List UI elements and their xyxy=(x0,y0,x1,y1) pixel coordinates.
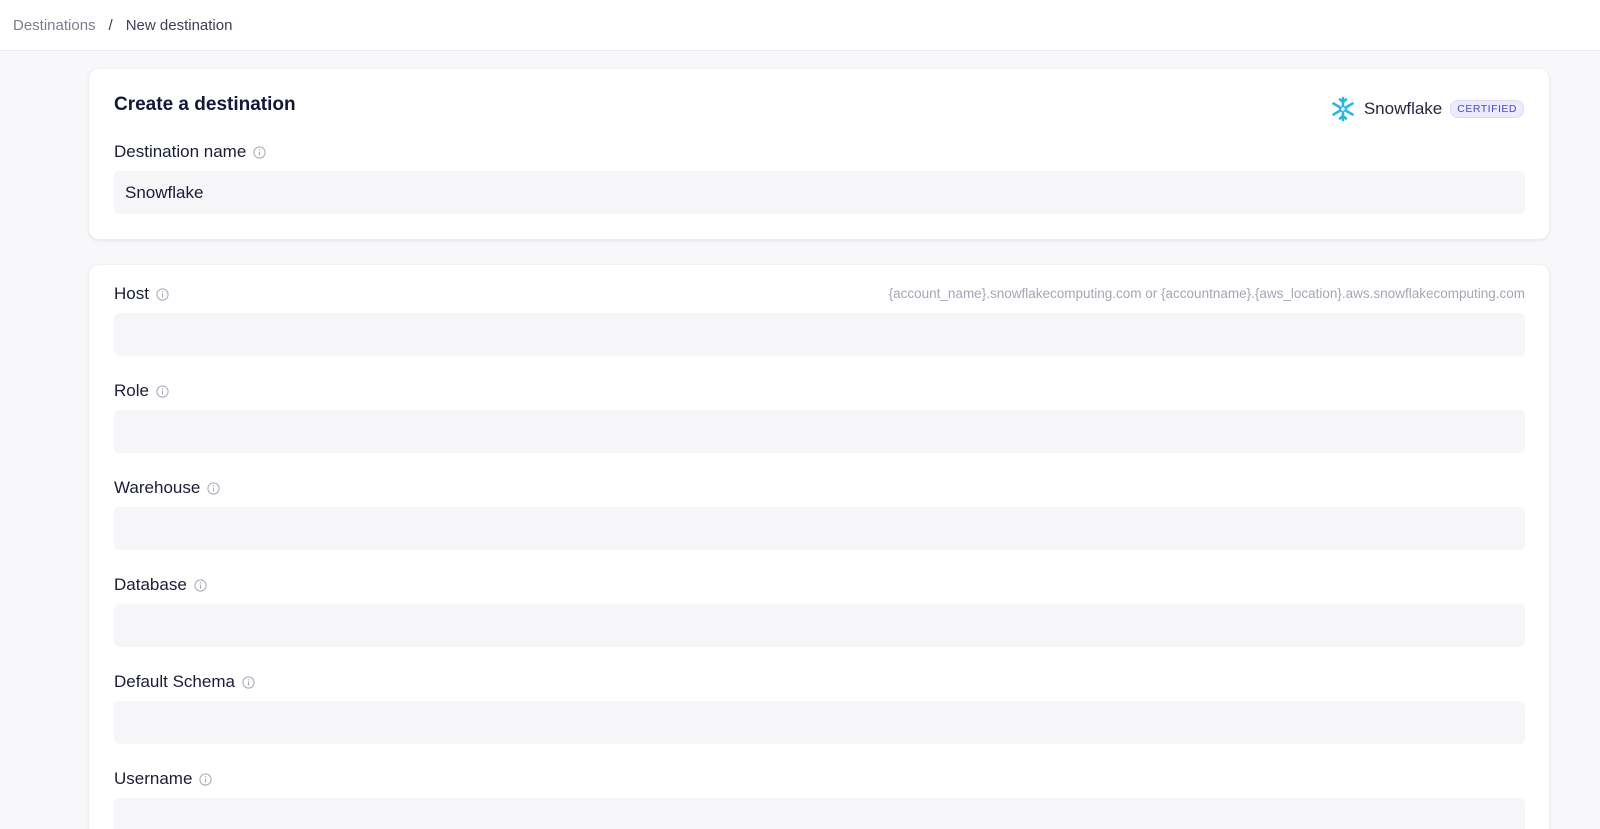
destination-name-field: Destination name xyxy=(114,141,1525,214)
info-icon[interactable] xyxy=(194,578,207,592)
database-field: Database xyxy=(114,574,1525,647)
default-schema-field: Default Schema xyxy=(114,671,1525,744)
username-label: Username xyxy=(114,769,193,788)
breadcrumb-current: New destination xyxy=(125,16,233,34)
breadcrumb-destinations-link[interactable]: Destinations xyxy=(13,17,96,34)
vendor-name: Snowflake xyxy=(1363,99,1443,118)
certified-badge: CERTIFIED xyxy=(1450,100,1524,118)
breadcrumb-separator: / xyxy=(108,16,113,34)
info-icon[interactable] xyxy=(199,772,213,786)
info-icon[interactable] xyxy=(156,287,169,301)
database-label: Database xyxy=(114,575,187,594)
username-input[interactable] xyxy=(114,798,1525,829)
breadcrumb: Destinations / New destination xyxy=(13,17,232,34)
info-icon[interactable] xyxy=(156,384,169,398)
info-icon[interactable] xyxy=(207,481,220,495)
role-label: Role xyxy=(114,381,149,400)
snowflake-logo-icon xyxy=(1332,96,1354,122)
warehouse-label: Warehouse xyxy=(114,478,201,497)
default-schema-label: Default Schema xyxy=(114,672,235,691)
destination-name-label: Destination name xyxy=(114,142,247,161)
destination-name-input[interactable] xyxy=(114,171,1525,214)
warehouse-input[interactable] xyxy=(114,507,1525,550)
page-title: Create a destination xyxy=(114,94,296,115)
create-destination-card: Create a destination Snowflake CERTIFIED… xyxy=(89,69,1549,239)
host-input[interactable] xyxy=(114,313,1525,356)
username-field: Username xyxy=(114,768,1525,829)
connection-settings-card: Host {account_name}.snowflakecomputing.c… xyxy=(89,265,1549,829)
host-label: Host xyxy=(114,284,149,303)
database-input[interactable] xyxy=(114,604,1525,647)
vendor-info: Snowflake CERTIFIED xyxy=(1330,96,1524,122)
host-field: Host {account_name}.snowflakecomputing.c… xyxy=(114,283,1525,356)
role-input[interactable] xyxy=(114,410,1525,453)
default-schema-input[interactable] xyxy=(114,701,1525,744)
info-icon[interactable] xyxy=(253,145,266,159)
top-bar: Destinations / New destination xyxy=(0,0,1600,51)
warehouse-field: Warehouse xyxy=(114,477,1525,550)
info-icon[interactable] xyxy=(242,675,255,689)
host-format-hint: {account_name}.snowflakecomputing.com or… xyxy=(888,286,1525,301)
role-field: Role xyxy=(114,380,1525,453)
